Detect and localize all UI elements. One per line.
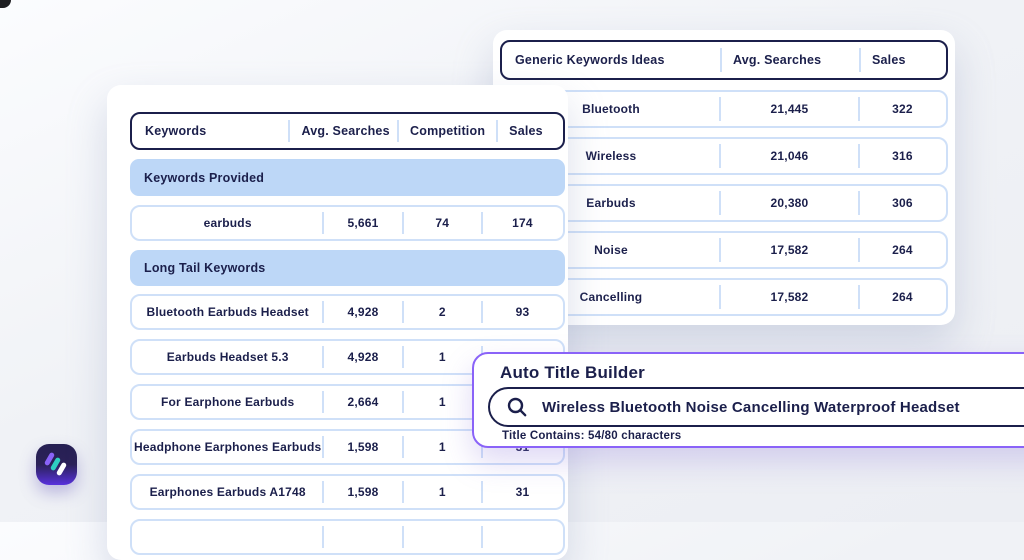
cell-keyword: earbuds: [132, 207, 323, 239]
column-header-sales: Sales: [496, 114, 563, 148]
cell-searches: 21,046: [720, 139, 859, 173]
column-header-avg-searches: Avg. Searches: [288, 114, 397, 148]
column-header-generic-keywords: Generic Keywords Ideas: [502, 42, 720, 78]
cell-competition: 1: [403, 341, 482, 373]
section-banner-keywords-provided: Keywords Provided: [130, 159, 565, 196]
cell-sales: 174: [482, 207, 563, 239]
table-row: earbuds 5,661 74 174: [130, 205, 565, 241]
cell-competition: 74: [403, 207, 482, 239]
column-header-keywords: Keywords: [132, 114, 288, 148]
cell-searches: 17,582: [720, 233, 859, 267]
title-input[interactable]: [540, 398, 1024, 417]
cell-competition: 1: [403, 386, 482, 418]
window-corner: [0, 0, 11, 8]
cell-sales: 322: [859, 92, 946, 126]
column-header-avg-searches: Avg. Searches: [720, 42, 859, 78]
character-count-label: Title Contains: 54/80 characters: [502, 430, 681, 442]
cell-searches: 2,664: [323, 386, 402, 418]
cell-searches: 20,380: [720, 186, 859, 220]
cell-keyword: For Earphone Earbuds: [132, 386, 323, 418]
cell-sales: 31: [482, 476, 563, 508]
table-row-partial: [130, 519, 565, 555]
generic-table-header: Generic Keywords Ideas Avg. Searches Sal…: [500, 40, 948, 80]
column-header-competition: Competition: [397, 114, 496, 148]
column-header-sales: Sales: [859, 42, 946, 78]
cell-keyword: Earbuds Headset 5.3: [132, 341, 323, 373]
title-search-field[interactable]: [488, 387, 1024, 427]
cell-searches: 17,582: [720, 280, 859, 314]
auto-title-builder-panel: Auto Title Builder Title Contains: 54/80…: [472, 352, 1024, 448]
section-banner-long-tail: Long Tail Keywords: [130, 250, 565, 286]
cell-sales: 264: [859, 233, 946, 267]
magnifier-icon[interactable]: [505, 395, 529, 419]
keywords-table-header: Keywords Avg. Searches Competition Sales: [130, 112, 565, 150]
cell-competition: 2: [403, 296, 482, 328]
table-row: Bluetooth Earbuds Headset 4,928 2 93: [130, 294, 565, 330]
cell-keyword: Bluetooth Earbuds Headset: [132, 296, 323, 328]
keywords-results-card: Keywords Avg. Searches Competition Sales…: [107, 85, 568, 560]
cell-searches: 21,445: [720, 92, 859, 126]
cell-searches: 1,598: [323, 431, 402, 463]
cell-competition: 1: [403, 431, 482, 463]
cell-competition: 1: [403, 476, 482, 508]
cell-sales: 316: [859, 139, 946, 173]
cell-keyword: Headphone Earphones Earbuds: [132, 431, 323, 463]
cell-keyword: Earphones Earbuds A1748: [132, 476, 323, 508]
cell-searches: 1,598: [323, 476, 402, 508]
cell-searches: 4,928: [323, 341, 402, 373]
app-logo: [36, 444, 77, 485]
cell-searches: 4,928: [323, 296, 402, 328]
table-row: Earphones Earbuds A1748 1,598 1 31: [130, 474, 565, 510]
cell-sales: 306: [859, 186, 946, 220]
cell-sales: 93: [482, 296, 563, 328]
cell-sales: 264: [859, 280, 946, 314]
cell-searches: 5,661: [323, 207, 402, 239]
panel-title: Auto Title Builder: [500, 363, 645, 383]
